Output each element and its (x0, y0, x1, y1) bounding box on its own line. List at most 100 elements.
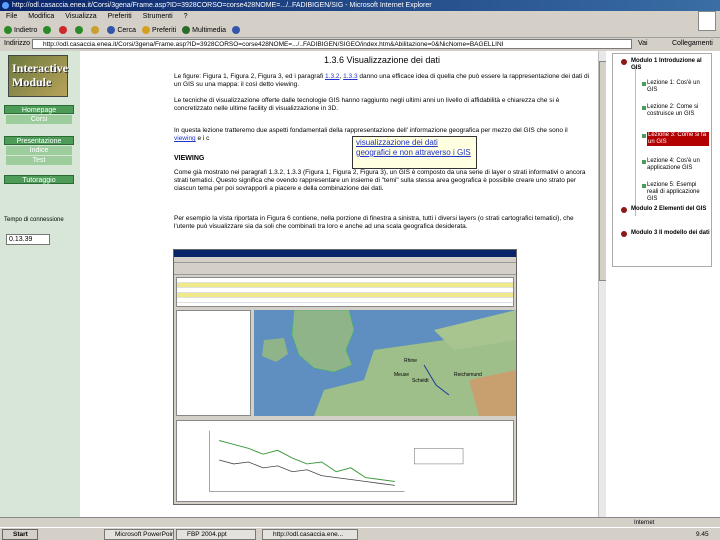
figure-line-chart (176, 420, 514, 502)
go-button[interactable]: Vai (638, 38, 648, 50)
toolbar-button-media[interactable]: Multimedia (182, 24, 226, 38)
ie-icon (2, 2, 9, 9)
title-bar: http://odl.casaccia.enea.it/Corsi/3gena/… (0, 0, 720, 11)
toolbar-button-forward[interactable] (43, 24, 53, 38)
paragraph-intro-text-b: , (339, 73, 342, 80)
nav-indice-button[interactable]: Indice (6, 146, 72, 155)
lesson-marker-icon (642, 184, 646, 188)
figure-titlebar (174, 250, 516, 257)
section-heading-viewing: VIEWING (174, 155, 205, 162)
menu-view[interactable]: Visualizza (65, 13, 96, 20)
toolbar-button-favorites[interactable]: Preferiti (142, 24, 176, 38)
toc-module-item[interactable]: Modulo 3 Il modello dei dati (631, 230, 711, 237)
toolbar-button-label: Indietro (14, 27, 38, 34)
forward-icon (43, 26, 52, 35)
figure-attribute-table (176, 277, 514, 307)
address-bar: Indirizzo http://odl.casaccia.enea.it/Co… (0, 38, 720, 50)
history-icon (232, 26, 241, 35)
map-label-meuse: Meuse (394, 372, 409, 378)
favorites-icon (142, 26, 151, 35)
toolbar-button-stop[interactable] (59, 24, 69, 38)
lesson-marker-icon (642, 106, 646, 110)
nav-tutoraggio-button[interactable]: Tutoraggio (4, 175, 74, 184)
toolbar-button-history[interactable] (232, 24, 242, 38)
map-label-scheldt: Scheldt (412, 378, 429, 384)
nav-corsi-button[interactable]: Corsi (6, 115, 72, 124)
map-label-rhine: Rhine (404, 358, 417, 364)
search-icon (107, 26, 116, 35)
page-content: Interactive Module Homepage Corsi Presen… (0, 51, 720, 517)
lesson-marker-icon (642, 134, 646, 138)
index-tree: Modulo 1 Introduzione al GIS Lezione 1: C… (612, 53, 712, 267)
toolbar-button-label: Preferiti (152, 27, 177, 34)
paragraph-example: Per esempio la vista riportata in Figura… (174, 215, 574, 230)
nav-homepage-button[interactable]: Homepage (4, 105, 74, 114)
toolbar-button-label: Cerca (117, 27, 137, 34)
toolbar-button-home[interactable] (91, 24, 101, 38)
toc-lesson-item[interactable]: Lezione 4: Cos'è un applicazione GIS (647, 158, 709, 172)
paragraph-layers: Come già mostrato nei paragrafi 1.3.2, 1… (174, 169, 586, 192)
vertical-scrollbar[interactable] (598, 51, 607, 517)
link-viewing[interactable]: viewing (174, 135, 196, 142)
address-label: Indirizzo (4, 40, 31, 47)
figure-map: Rhine Meuse Scheldt Reichsmund (254, 310, 516, 416)
browser-window: http://odl.casaccia.enea.it/Corsi/3gena/… (0, 0, 720, 540)
address-input[interactable]: http://odl.casaccia.enea.it/Corsi/3gena/… (32, 39, 632, 49)
taskbar: Start Microsoft PowerPoint FBP 2004.ppt … (0, 527, 720, 540)
link-133[interactable]: 1.3.3 (343, 73, 357, 80)
toc-lesson-item[interactable]: Lezione 5: Esempi reali di applicazione … (647, 182, 709, 203)
link-132[interactable]: 1.3.2 (325, 73, 339, 80)
gis-figure-screenshot: Rhine Meuse Scheldt Reichsmund (173, 249, 517, 505)
page-title: 1.3.6 Visualizzazione dei dati (324, 55, 440, 65)
paragraph-techniques: Le tecniche di visualizzazione offerte d… (174, 97, 560, 112)
module-bullet-icon (621, 231, 627, 237)
figure-toolbar (174, 263, 516, 275)
menu-favorites[interactable]: Preferiti (108, 13, 132, 20)
toolbar: Indietro Cerca Preferiti Multimedia (0, 24, 720, 38)
toc-module-item[interactable]: Modulo 2 Elementi del GIS (631, 206, 711, 213)
toolbar-button-back[interactable]: Indietro (4, 24, 37, 38)
taskbar-item-ppt[interactable]: FBP 2004.ppt (176, 529, 256, 540)
back-icon (4, 26, 12, 35)
table-row (177, 298, 513, 303)
taskbar-item-browser[interactable]: http://odl.casaccia.ene... (262, 529, 358, 540)
connection-time-label: Tempo di connessione (4, 217, 64, 223)
paragraph-intro: Le figure: Figura 1, Figura 2, Figura 3,… (174, 73, 590, 89)
window-title: http://odl.casaccia.enea.it/Corsi/3gena/… (12, 2, 432, 9)
taskbar-clock: 9.45 (696, 531, 709, 538)
media-icon (182, 26, 191, 35)
toc-lesson-item[interactable]: Lezione 3: Come si fa un GIS (647, 132, 709, 146)
nav-presentazione-button[interactable]: Presentazione (4, 136, 74, 145)
toolbar-button-refresh[interactable] (75, 24, 85, 38)
course-logo: Interactive Module (8, 55, 68, 97)
status-bar: Internet (0, 517, 720, 527)
link-tooltip: visualizzazione dei dati geografici e no… (352, 136, 477, 169)
toc-module-item[interactable]: Modulo 1 Introduzione al GIS (631, 58, 711, 72)
lesson-main: 1.3.6 Visualizzazione dei dati Le figure… (166, 51, 598, 517)
nav-test-button[interactable]: Test (6, 156, 72, 165)
module-bullet-icon (621, 207, 627, 213)
paragraph-lesson-text-b: e i c (197, 135, 210, 142)
module-bullet-icon (621, 59, 627, 65)
taskbar-item-powerpoint[interactable]: Microsoft PowerPoint (104, 529, 174, 540)
home-icon (91, 26, 100, 35)
toolbar-button-search[interactable]: Cerca (107, 24, 136, 38)
course-index-panel: Modulo 1 Introduzione al GIS Lezione 1: C… (606, 51, 720, 517)
toc-lesson-item[interactable]: Lezione 2: Come si costruisce un GIS (647, 104, 709, 118)
paragraph-intro-text-a: Le figure: Figura 1, Figura 2, Figura 3,… (174, 73, 324, 80)
links-button[interactable]: Collegamenti (672, 38, 713, 50)
lesson-marker-icon (642, 160, 646, 164)
toolbar-button-label: Multimedia (192, 27, 227, 34)
menu-file[interactable]: File (6, 13, 17, 20)
start-button[interactable]: Start (2, 529, 38, 540)
menu-help[interactable]: ? (184, 13, 188, 20)
menu-bar: File Modifica Visualizza Preferiti Strum… (0, 11, 720, 23)
connection-time-field: 0.13.39 (6, 234, 50, 245)
figure-layer-legend (176, 310, 251, 416)
menu-edit[interactable]: Modifica (28, 13, 54, 20)
refresh-icon (75, 26, 84, 35)
menu-tools[interactable]: Strumenti (143, 13, 173, 20)
lesson-marker-icon (642, 82, 646, 86)
stop-icon (59, 26, 68, 35)
toc-lesson-item[interactable]: Lezione 1: Cos'è un GIS (647, 80, 709, 94)
